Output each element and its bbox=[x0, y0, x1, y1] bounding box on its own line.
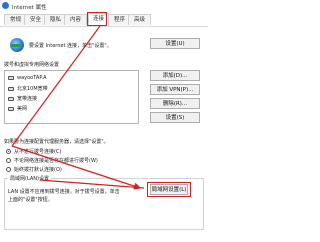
annotation-arrows bbox=[11, 25, 145, 190]
arrow-line-1 bbox=[11, 25, 101, 147]
arrow-line-2 bbox=[11, 145, 142, 190]
